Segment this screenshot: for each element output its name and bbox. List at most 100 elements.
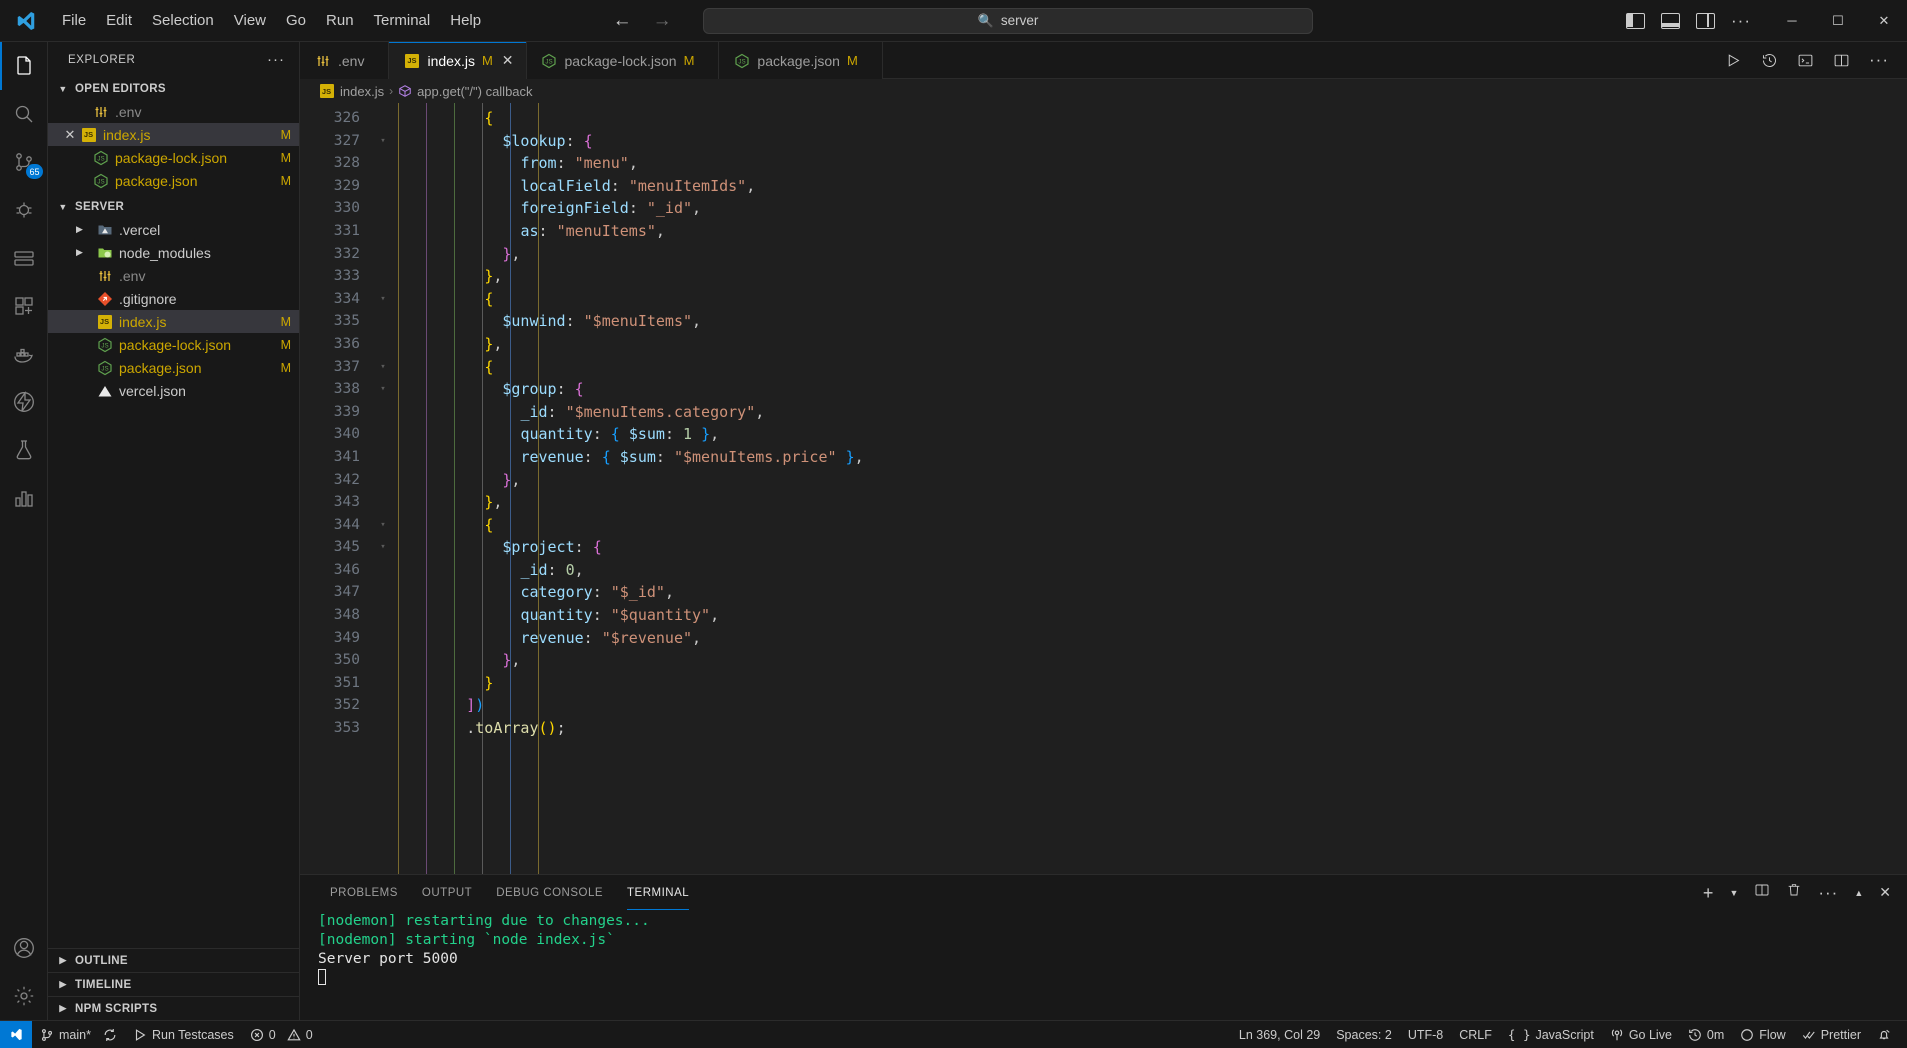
code-line[interactable]: as: "menuItems", — [394, 220, 1907, 243]
code-line[interactable]: localField: "menuItemIds", — [394, 175, 1907, 198]
close-panel-icon[interactable]: ✕ — [1879, 884, 1891, 901]
status-problems[interactable]: 0 0 — [242, 1021, 321, 1048]
code-line[interactable]: revenue: { $sum: "$menuItems.price" }, — [394, 446, 1907, 469]
tab-package-lock-json[interactable]: JS package-lock.json M — [526, 42, 720, 79]
activitybar-analytics[interactable] — [0, 474, 48, 522]
tree-item-package-lock-json[interactable]: JS package-lock.json M — [48, 333, 299, 356]
status-wakatime[interactable]: 0m — [1680, 1021, 1732, 1048]
split-terminal-icon[interactable] — [1754, 882, 1770, 903]
section-timeline[interactable]: ▶ TIMELINE — [48, 972, 299, 996]
fold-chevron-icon[interactable]: ▾ — [372, 356, 394, 379]
panel-tab-terminal[interactable]: TERMINAL — [615, 875, 701, 910]
activitybar-settings[interactable] — [0, 972, 48, 1020]
code-content[interactable]: { $lookup: { from: "menu", localField: "… — [394, 103, 1907, 874]
code-line[interactable]: { — [394, 514, 1907, 537]
panel-tab-problems[interactable]: PROBLEMS — [318, 875, 410, 910]
tree-item-env[interactable]: .env — [48, 264, 299, 287]
code-line[interactable]: category: "$_id", — [394, 581, 1907, 604]
terminal-output[interactable]: [nodemon] restarting due to changes... [… — [300, 910, 1907, 1020]
tab-package-json[interactable]: JS package.json M — [719, 42, 883, 79]
menu-view[interactable]: View — [224, 8, 276, 33]
chevron-right-icon[interactable]: ▶ — [76, 224, 83, 235]
fold-chevron-icon[interactable]: ▾ — [372, 514, 394, 537]
code-line[interactable]: revenue: "$revenue", — [394, 627, 1907, 650]
code-line[interactable]: $lookup: { — [394, 130, 1907, 153]
fold-chevron-icon[interactable]: ▾ — [372, 288, 394, 311]
status-encoding[interactable]: UTF-8 — [1400, 1021, 1451, 1048]
toggle-primary-sidebar-icon[interactable] — [1626, 12, 1646, 29]
status-go-live[interactable]: Go Live — [1602, 1021, 1680, 1048]
new-terminal-icon[interactable]: + — [1703, 884, 1714, 902]
menu-help[interactable]: Help — [440, 8, 491, 33]
section-outline[interactable]: ▶ OUTLINE — [48, 948, 299, 972]
code-line[interactable]: } — [394, 672, 1907, 695]
section-open-editors[interactable]: ▼ OPEN EDITORS — [48, 77, 299, 100]
code-line[interactable]: }, — [394, 491, 1907, 514]
status-branch[interactable]: main* — [32, 1021, 125, 1048]
open-editor-env[interactable]: .env — [48, 100, 299, 123]
close-editor-icon[interactable]: ✕ — [60, 127, 80, 143]
section-server[interactable]: ▼ SERVER — [48, 195, 299, 218]
status-run-testcases[interactable]: Run Testcases — [125, 1021, 242, 1048]
code-line[interactable]: { — [394, 288, 1907, 311]
activitybar-source-control[interactable]: 65 — [0, 138, 48, 186]
code-line[interactable]: { — [394, 107, 1907, 130]
editor-more-actions-icon[interactable]: ··· — [1869, 50, 1889, 70]
maximize-button[interactable]: ☐ — [1815, 0, 1861, 42]
open-editor-index-js[interactable]: ✕ JS index.js M — [48, 123, 299, 146]
chevron-down-icon[interactable]: ▼ — [1729, 888, 1738, 898]
tree-item-vercel-json[interactable]: vercel.json — [48, 379, 299, 402]
code-line[interactable]: $project: { — [394, 536, 1907, 559]
status-cursor-position[interactable]: Ln 369, Col 29 — [1231, 1021, 1328, 1048]
kill-terminal-icon[interactable] — [1786, 882, 1802, 903]
remote-indicator[interactable] — [0, 1020, 32, 1048]
split-editor-icon[interactable] — [1833, 52, 1850, 69]
activitybar-search[interactable] — [0, 90, 48, 138]
toggle-secondary-sidebar-icon[interactable] — [1696, 12, 1716, 29]
chevron-right-icon[interactable]: ▶ — [76, 247, 83, 258]
sync-icon[interactable] — [103, 1028, 117, 1042]
code-line[interactable]: { — [394, 356, 1907, 379]
fold-chevron-icon[interactable]: ▾ — [372, 130, 394, 153]
code-line[interactable]: }, — [394, 649, 1907, 672]
command-search-bar[interactable]: 🔍 server — [703, 7, 1314, 34]
code-line[interactable]: from: "menu", — [394, 152, 1907, 175]
section-npm-scripts[interactable]: ▶ NPM SCRIPTS — [48, 996, 299, 1020]
status-indentation[interactable]: Spaces: 2 — [1328, 1021, 1400, 1048]
fold-chevron-icon[interactable]: ▾ — [372, 536, 394, 559]
activitybar-explorer[interactable] — [0, 42, 48, 90]
open-editor-package-json[interactable]: JS package.json M — [48, 169, 299, 192]
folding-gutter[interactable]: ▾ ▾ ▾ ▾ ▾ ▾ — [372, 103, 394, 874]
panel-tab-debug-console[interactable]: DEBUG CONSOLE — [484, 875, 615, 910]
code-line[interactable]: }, — [394, 243, 1907, 266]
customize-layout-icon[interactable]: ··· — [1731, 11, 1751, 31]
activitybar-accounts[interactable] — [0, 924, 48, 972]
fold-chevron-icon[interactable]: ▾ — [372, 378, 394, 401]
menu-selection[interactable]: Selection — [142, 8, 224, 33]
back-arrow-icon[interactable]: ← — [611, 10, 633, 32]
code-line[interactable]: }, — [394, 333, 1907, 356]
tree-item-package-json[interactable]: JS package.json M — [48, 356, 299, 379]
status-prettier[interactable]: Prettier — [1794, 1021, 1869, 1048]
breadcrumb-symbol[interactable]: app.get("/") callback — [417, 84, 532, 99]
code-line[interactable]: ]) — [394, 694, 1907, 717]
tab-env[interactable]: .env — [300, 42, 390, 79]
activitybar-docker[interactable] — [0, 330, 48, 378]
status-eol[interactable]: CRLF — [1451, 1021, 1500, 1048]
code-line[interactable]: $group: { — [394, 378, 1907, 401]
panel-tab-output[interactable]: OUTPUT — [410, 875, 484, 910]
code-line[interactable]: quantity: "$quantity", — [394, 604, 1907, 627]
tab-index-js[interactable]: JS index.js M ✕ — [389, 42, 527, 79]
open-editor-package-lock-json[interactable]: JS package-lock.json M — [48, 146, 299, 169]
run-code-icon[interactable] — [1725, 52, 1742, 69]
menu-file[interactable]: File — [52, 8, 96, 33]
toggle-panel-icon[interactable] — [1661, 12, 1681, 29]
tree-item-index-js[interactable]: JS index.js M — [48, 310, 299, 333]
activitybar-remote-explorer[interactable] — [0, 234, 48, 282]
tree-item-vercel-folder[interactable]: ▶ .vercel — [48, 218, 299, 241]
tab-close-icon[interactable]: ✕ — [502, 52, 514, 69]
status-language-mode[interactable]: { } JavaScript — [1500, 1021, 1602, 1048]
code-line[interactable]: }, — [394, 265, 1907, 288]
close-button[interactable]: ✕ — [1861, 0, 1907, 42]
tree-item-node-modules-folder[interactable]: ▶ node_modules — [48, 241, 299, 264]
